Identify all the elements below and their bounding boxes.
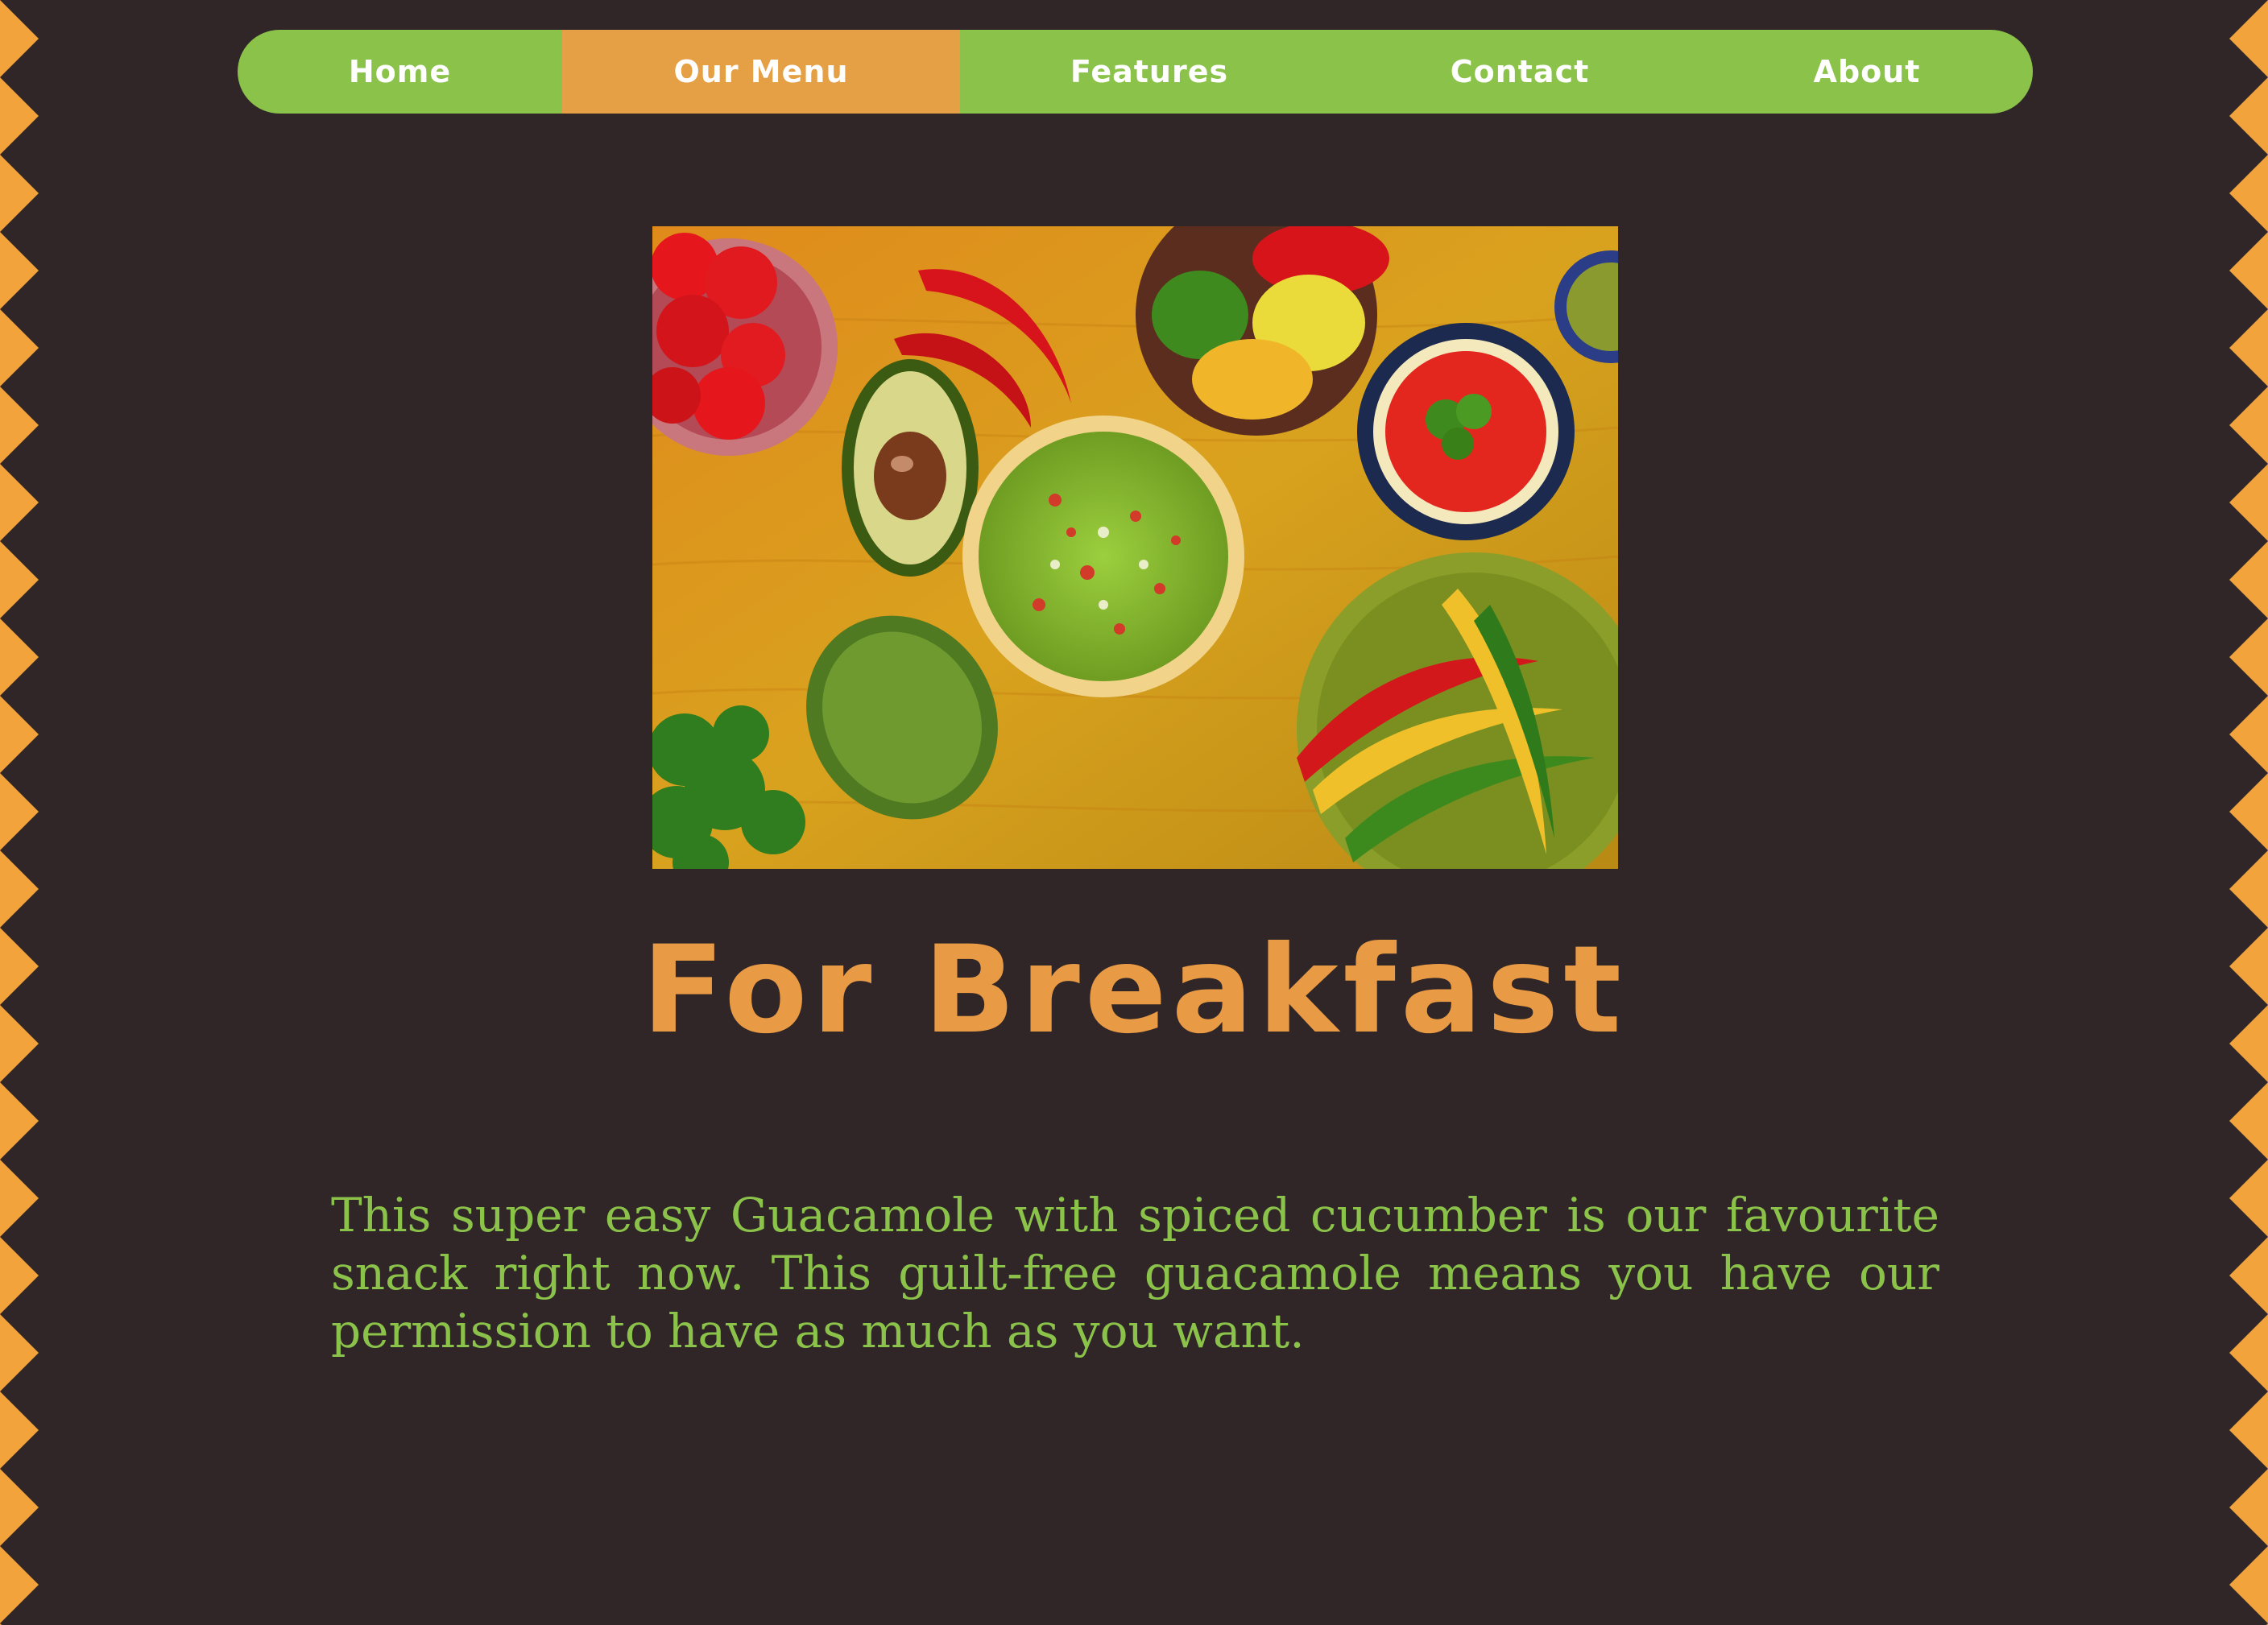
hero-image [652,226,1618,869]
nav-item-contact[interactable]: Contact [1339,30,1701,114]
right-zigzag-border [2228,0,2268,1625]
section-heading: For Breakfast [641,920,1627,1061]
nav-item-home[interactable]: Home [238,30,562,114]
left-zigzag-border [0,0,40,1625]
nav-item-our-menu[interactable]: Our Menu [562,30,960,114]
food-photo-icon [652,226,1618,869]
nav-item-about[interactable]: About [1701,30,2033,114]
nav-item-features[interactable]: Features [960,30,1339,114]
section-description: This super easy Guacamole with spiced cu… [331,1188,1939,1358]
main-navbar: Home Our Menu Features Contact About [238,30,2033,114]
